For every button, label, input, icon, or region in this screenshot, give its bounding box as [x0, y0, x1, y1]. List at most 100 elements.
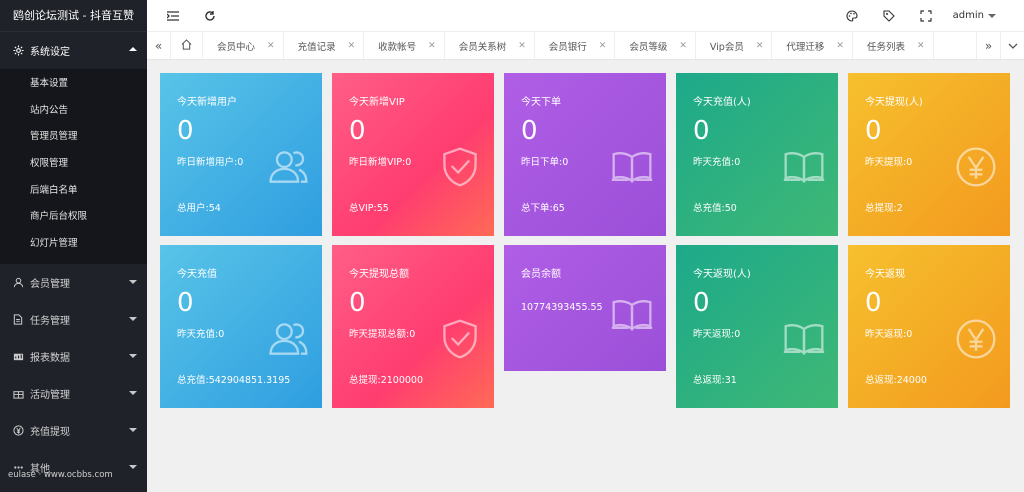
stat-card-value: 0 [693, 116, 710, 146]
yen-icon [954, 145, 998, 189]
sidebar-group-label: 系统设定 [30, 47, 70, 58]
tab[interactable]: 会员银行 ✕ [535, 32, 616, 59]
stat-card-title: 今天新增VIP [349, 97, 405, 108]
user-menu[interactable]: admin [953, 10, 996, 21]
stat-card-title: 今天充值 [177, 269, 217, 280]
sidebar-item[interactable]: 站内公告 [0, 98, 147, 125]
tab[interactable]: 会员等级 ✕ [615, 32, 696, 59]
dashboard-content: 今天新增用户 0 昨日新增用户:0 总用户:54 今天新增VIP 0 昨日新增VIP:0 总V… [147, 60, 1024, 492]
book-icon [782, 317, 826, 361]
stat-card: 今天提现(人) 0 昨天提现:0 总提现:2 [848, 73, 1010, 236]
tab-label: 会员关系树 [458, 41, 507, 53]
close-icon[interactable]: ✕ [917, 41, 925, 51]
sidebar-group-label: 报表数据 [30, 352, 70, 364]
tab-label: Vip会员 [709, 41, 744, 53]
stat-card-value: 0 [349, 116, 366, 146]
close-icon[interactable]: ✕ [599, 41, 607, 51]
stat-card-value: 0 [865, 116, 882, 146]
close-icon[interactable]: ✕ [348, 41, 356, 51]
app: 鸥创论坛测试 - 抖音互赞 系统设定基本设置 站内公告 管理员管理 权限管理 后端白名单… [0, 0, 1024, 492]
users-icon [266, 317, 310, 361]
sidebar-group-4[interactable]: 活动管理 [0, 375, 147, 412]
sidebar-group-1[interactable]: 会员管理 [0, 264, 147, 301]
stat-card-total: 总提现:2 [865, 203, 903, 214]
tab[interactable]: 收款帐号 ✕ [364, 32, 445, 59]
stat-card-total: 总充值:542904851.3195 [177, 375, 291, 386]
tab-label: 充值记录 [297, 41, 336, 53]
users-icon [266, 145, 310, 189]
app-title: 鸥创论坛测试 - 抖音互赞 [0, 0, 147, 32]
sidebar-group-label: 会员管理 [30, 278, 70, 290]
stat-card-value: 0 [693, 288, 710, 318]
tab[interactable]: 会员关系树 ✕ [445, 32, 535, 59]
tabs-scroll-right-icon[interactable]: » [976, 32, 1000, 59]
stat-card-total: 总返现:24000 [865, 375, 927, 386]
sidebar-group-2[interactable]: 任务管理 [0, 301, 147, 338]
sidebar-group-3[interactable]: 报表数据 [0, 338, 147, 375]
close-icon[interactable]: ✕ [518, 41, 526, 51]
tab[interactable]: 充值记录 ✕ [284, 32, 365, 59]
sidebar-group-5[interactable]: 充值提现 [0, 412, 147, 449]
home-icon [181, 39, 192, 50]
sidebar: 鸥创论坛测试 - 抖音互赞 系统设定基本设置 站内公告 管理员管理 权限管理 后端白名单… [0, 0, 147, 492]
chevron-down-icon [129, 279, 137, 284]
tabs-scroll-left-icon[interactable]: « [147, 32, 171, 59]
stat-card-title: 会员余额 [521, 269, 561, 280]
refresh-icon[interactable] [202, 8, 218, 24]
sidebar-item[interactable]: 幻灯片管理 [0, 231, 147, 258]
watermark: eulase · www.ocbbs.com [8, 470, 113, 480]
sidebar-group-label: 充值提现 [30, 426, 70, 438]
tab-home[interactable] [171, 32, 203, 59]
tab[interactable]: Vip会员 ✕ [696, 32, 773, 59]
sidebar-group-0[interactable]: 系统设定 [0, 32, 147, 69]
stat-card: 会员余额 10774393455.55 [504, 245, 666, 371]
sidebar-group-label: 任务管理 [30, 315, 70, 327]
stat-card-title: 今天提现总额 [349, 269, 409, 280]
tag-icon[interactable] [881, 8, 897, 24]
tabs: 会员中心 ✕ 充值记录 ✕ 收款帐号 ✕ 会员关系树 ✕ 会员银行 ✕ 会员等级 ✕ Vip会员 ✕ 代理迁… [171, 32, 976, 59]
stat-card-total: 总提现:2100000 [349, 375, 424, 386]
tab-label: 代理迁移 [786, 41, 825, 53]
stat-card: 今天下单 0 昨日下单:0 总下单:65 [504, 73, 666, 236]
tab-label: 收款帐号 [378, 41, 417, 53]
sidebar-item[interactable]: 商户后台权限 [0, 204, 147, 231]
stat-card-title: 今天返现(人) [693, 269, 751, 280]
stat-card-title: 今天新增用户 [177, 97, 237, 108]
tab-label: 任务列表 [866, 41, 905, 53]
stat-card-value: 0 [177, 116, 194, 146]
tab[interactable]: 会员中心 ✕ [203, 32, 284, 59]
tabs-dropdown-icon[interactable] [1000, 32, 1024, 59]
sidebar-group-6[interactable]: 其他 [0, 449, 147, 486]
close-icon[interactable]: ✕ [679, 41, 687, 51]
sidebar-item[interactable]: 管理员管理 [0, 124, 147, 151]
sidebar-item[interactable]: 基本设置 [0, 71, 147, 98]
chevron-down-icon [988, 13, 996, 18]
sidebar-item[interactable]: 权限管理 [0, 151, 147, 178]
theme-icon[interactable] [844, 8, 860, 24]
tab-label: 会员等级 [629, 41, 668, 53]
stat-card-total: 总返现:31 [693, 375, 737, 386]
chevron-up-icon [129, 47, 137, 51]
document-icon [12, 313, 24, 325]
close-icon[interactable]: ✕ [836, 41, 844, 51]
sidebar-group-label: 活动管理 [30, 389, 70, 401]
tab-bar: « 会员中心 ✕ 充值记录 ✕ 收款帐号 ✕ 会员关系树 ✕ 会员银行 ✕ 会员等级 ✕ Vip会员 ✕ 代… [147, 32, 1024, 60]
chevron-down-icon [129, 427, 137, 432]
chart-icon [12, 350, 24, 362]
close-icon[interactable]: ✕ [756, 41, 764, 51]
menu-toggle-icon[interactable] [165, 8, 181, 24]
stat-card: 今天新增用户 0 昨日新增用户:0 总用户:54 [160, 73, 322, 236]
tab-label: 会员中心 [217, 41, 256, 53]
book-icon [610, 145, 654, 189]
tab[interactable]: 任务列表 ✕ [853, 32, 934, 59]
close-icon[interactable]: ✕ [267, 41, 275, 51]
close-icon[interactable]: ✕ [428, 41, 436, 51]
book-icon [782, 145, 826, 189]
stat-card-title: 今天提现(人) [865, 97, 923, 108]
yen-icon [954, 317, 998, 361]
top-header: admin [147, 0, 1024, 32]
fullscreen-icon[interactable] [918, 8, 934, 24]
tab[interactable]: 代理迁移 ✕ [772, 32, 853, 59]
sidebar-item[interactable]: 后端白名单 [0, 178, 147, 205]
yen-icon [12, 424, 24, 436]
